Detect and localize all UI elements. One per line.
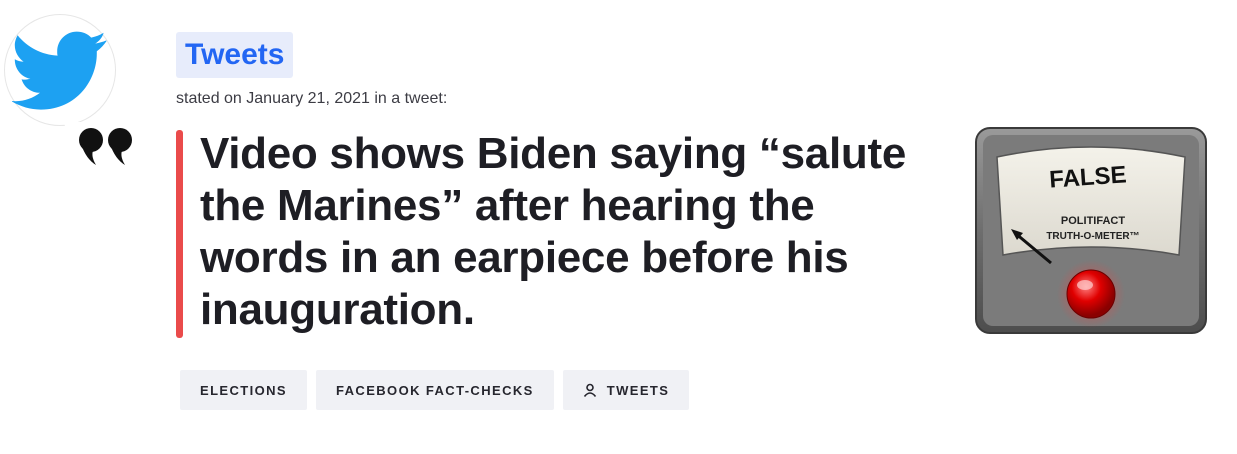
tag-label: ELECTIONS [200, 382, 287, 398]
truth-o-meter-image[interactable]: FALSE POLITIFACT TRUTH-O-METER™ [975, 127, 1207, 334]
tag-tweets[interactable]: TWEETS [562, 370, 690, 410]
meter-brand-line2: TRUTH-O-METER™ [1046, 231, 1139, 242]
avatar [4, 14, 116, 126]
person-icon [583, 383, 596, 397]
speaker-link[interactable]: Tweets [176, 32, 294, 78]
meter-ruling-label: FALSE [1048, 161, 1127, 193]
tag-label: TWEETS [606, 382, 670, 398]
speaker-avatar[interactable] [4, 14, 116, 148]
twitter-bird-icon [12, 31, 107, 110]
statement-meta: stated on January 21, 2021 in a tweet: [176, 90, 448, 107]
meter-brand-line1: POLITIFACT [1061, 215, 1125, 227]
quote-marks-icon [79, 128, 132, 165]
tag-list: ELECTIONS FACEBOOK FACT-CHECKS TWEETS [180, 370, 690, 410]
statement-quote: Video shows Biden saying “salute the Mar… [200, 129, 907, 334]
quote-accent-bar [176, 130, 183, 338]
tag-label: FACEBOOK FACT-CHECKS [336, 382, 534, 398]
tag-elections[interactable]: ELECTIONS [180, 370, 307, 410]
tag-facebook-fact-checks[interactable]: FACEBOOK FACT-CHECKS [316, 370, 554, 410]
